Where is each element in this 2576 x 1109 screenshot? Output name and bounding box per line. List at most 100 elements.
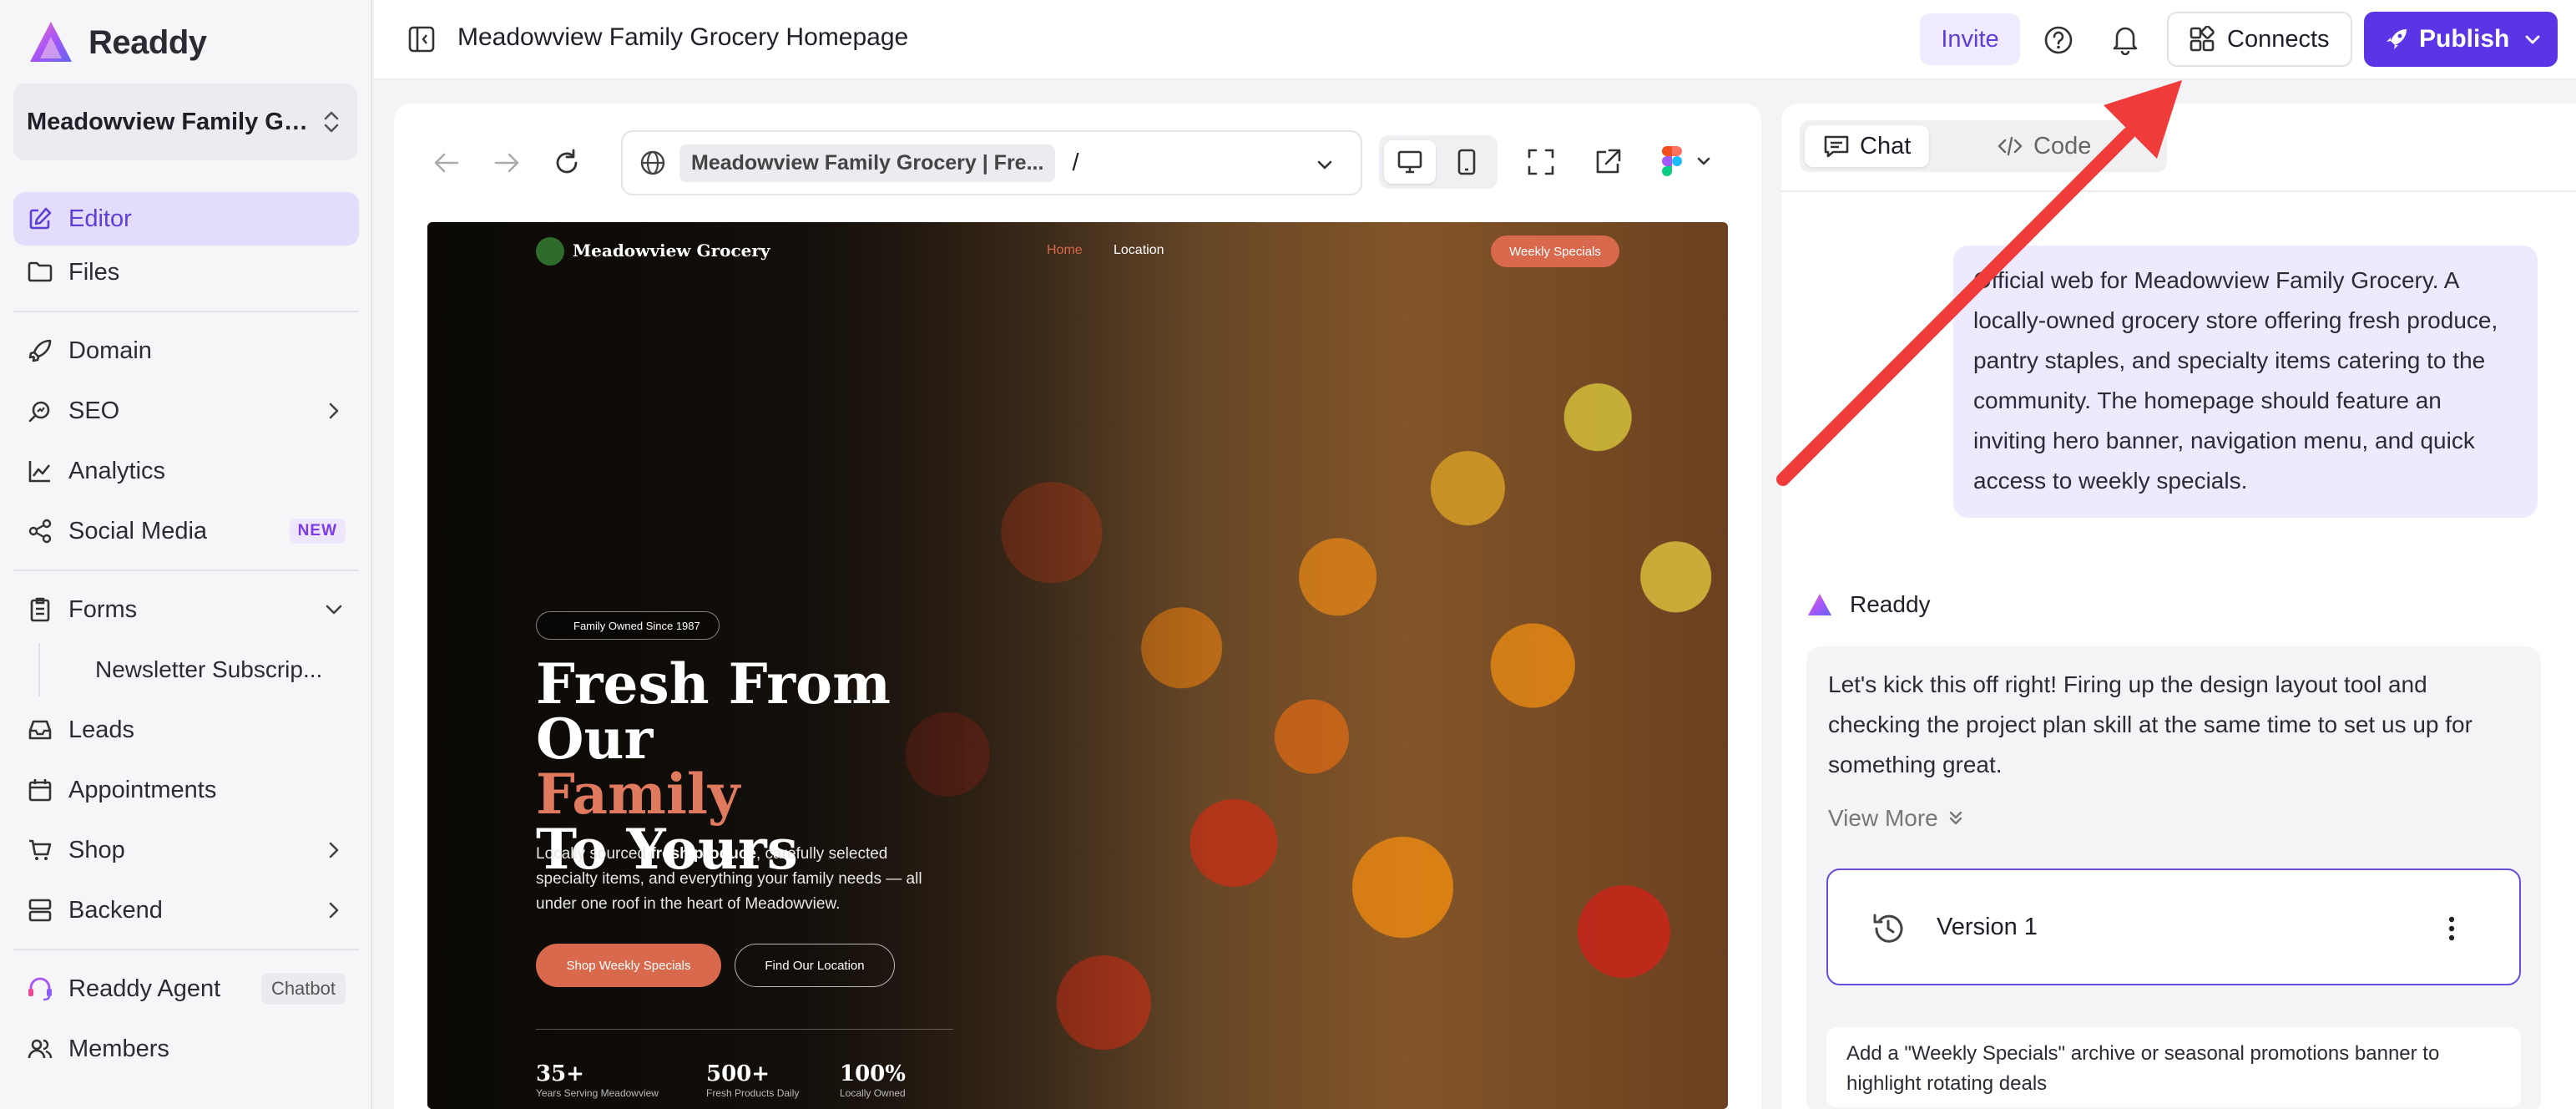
bot-header: Readdy (1806, 591, 1931, 618)
invite-button[interactable]: Invite (1920, 13, 2020, 65)
history-icon (1873, 914, 1903, 943)
device-toggle (1379, 135, 1498, 189)
chevron-up-down-icon (324, 111, 339, 133)
shop-specials-button[interactable]: Shop Weekly Specials (536, 944, 721, 987)
stat-owned: 100% Locally Owned (840, 1062, 906, 1099)
figma-menu[interactable] (1661, 145, 1713, 177)
website-preview[interactable]: Meadowview Grocery Home Location Weekly … (427, 222, 1728, 1109)
monitor-icon (1397, 150, 1422, 174)
view-more-button[interactable]: View More (1828, 805, 1965, 832)
reload-icon[interactable] (551, 147, 583, 179)
sidebar-item-label: Appointments (68, 776, 217, 803)
chevron-down-icon (1697, 157, 1710, 165)
sidebar-item-label: SEO (68, 397, 120, 424)
desktop-view-button[interactable] (1384, 140, 1436, 184)
chat-tabs: Chat Code (1800, 120, 2167, 172)
sidebar-subitem-label: Newsletter Subscrip... (95, 656, 323, 682)
external-link-icon[interactable] (1593, 147, 1623, 177)
hero-title-line1: Fresh From Our (536, 651, 891, 772)
apps-icon (2190, 26, 2215, 52)
find-location-button[interactable]: Find Our Location (735, 944, 895, 987)
sidebar-item-label: Readdy Agent (68, 975, 221, 1002)
sidebar: Readdy Meadowview Family Grocery Editor … (0, 0, 372, 1109)
publish-label: Publish (2419, 25, 2510, 53)
chevron-down-icon (326, 605, 342, 615)
sidebar-item-seo[interactable]: SEO (13, 384, 359, 438)
sidebar-item-label: Files (68, 258, 120, 286)
sidebar-item-leads[interactable]: Leads (13, 703, 359, 757)
publish-button[interactable]: Publish (2364, 12, 2558, 67)
site-weekly-specials-button[interactable]: Weekly Specials (1491, 235, 1619, 267)
sidebar-item-readdy-agent[interactable]: Readdy Agent Chatbot (13, 962, 359, 1015)
mobile-view-button[interactable] (1441, 140, 1493, 184)
sidebar-item-members[interactable]: Members (13, 1022, 359, 1076)
stat-label: Fresh Products Daily (706, 1087, 800, 1099)
bot-message: Let's kick this off right! Firing up the… (1828, 671, 2472, 777)
bell-icon[interactable] (2110, 23, 2140, 55)
sidebar-item-label: Social Media (68, 517, 208, 544)
chevron-down-icon (1317, 160, 1332, 170)
sidebar-item-editor[interactable]: Editor (13, 192, 359, 246)
top-bar: Meadowview Family Grocery Homepage Invit… (374, 0, 2576, 80)
divider (536, 1029, 953, 1030)
user-message: Official web for Meadowview Family Groce… (1953, 246, 2538, 518)
sidebar-item-label: Members (68, 1035, 169, 1062)
globe-icon (640, 150, 665, 175)
project-selector[interactable]: Meadowview Family Grocery (13, 84, 357, 160)
site-nav: Meadowview Grocery Home Location Weekly … (427, 222, 1728, 281)
fullscreen-icon[interactable] (1526, 147, 1556, 177)
server-icon (27, 897, 53, 924)
hero-badge: Family Owned Since 1987 (536, 611, 720, 640)
back-arrow-icon[interactable] (431, 147, 462, 179)
version-card[interactable]: Version 1 (1826, 868, 2521, 985)
stat-label: Locally Owned (840, 1087, 906, 1099)
logo[interactable]: Readdy (27, 18, 207, 67)
chevron-right-icon (329, 403, 339, 419)
folder-icon (27, 259, 53, 286)
sidebar-item-label: Shop (68, 836, 125, 863)
tab-chat-label: Chat (1860, 132, 1912, 160)
help-icon[interactable] (2043, 25, 2073, 55)
site-nav-home[interactable]: Home (1047, 243, 1083, 258)
phone-icon (1457, 149, 1476, 175)
sidebar-item-backend[interactable]: Backend (13, 884, 359, 937)
sidebar-item-domain[interactable]: Domain (13, 324, 359, 377)
cart-icon (27, 837, 53, 863)
inbox-icon (27, 717, 53, 743)
sidebar-item-appointments[interactable]: Appointments (13, 763, 359, 817)
sidebar-item-label: Editor (68, 205, 132, 232)
line-chart-icon (27, 458, 53, 484)
site-logo-text[interactable]: Meadowview Grocery (573, 241, 770, 261)
bot-message-card: Let's kick this off right! Firing up the… (1806, 646, 2541, 1109)
sidebar-subitem-newsletter[interactable]: Newsletter Subscrip... (38, 643, 359, 696)
sidebar-item-label: Domain (68, 337, 152, 364)
suggestion-card[interactable]: Add a "Weekly Specials" archive or seaso… (1826, 1027, 2521, 1107)
stat-products: 500+ Fresh Products Daily (706, 1062, 799, 1099)
sidebar-item-forms[interactable]: Forms (13, 583, 359, 636)
double-chevron-down-icon (1949, 811, 1962, 825)
url-bar[interactable]: Meadowview Family Grocery | Fre... / (621, 130, 1362, 195)
sidebar-item-files[interactable]: Files (13, 246, 359, 299)
sidebar-item-shop[interactable]: Shop (13, 823, 359, 877)
headset-icon (27, 975, 53, 1002)
forward-arrow-icon[interactable] (491, 147, 523, 179)
stat-years: 35+ Years Serving Meadowview (536, 1062, 659, 1099)
project-name: Meadowview Family Grocery (27, 108, 311, 135)
edit-icon (27, 205, 53, 232)
sidebar-toggle-icon[interactable] (407, 25, 436, 53)
connects-label: Connects (2227, 25, 2330, 53)
more-options-icon[interactable] (2447, 915, 2456, 942)
sidebar-item-social-media[interactable]: Social Media NEW (13, 504, 359, 558)
stat-number: 500+ (706, 1061, 770, 1086)
tab-chat[interactable]: Chat (1805, 125, 1930, 167)
clipboard-icon (27, 596, 53, 623)
code-icon (1998, 136, 2023, 156)
connects-button[interactable]: Connects (2167, 12, 2352, 67)
site-nav-location[interactable]: Location (1114, 243, 1164, 258)
version-label: Version 1 (1937, 914, 2038, 940)
chatbot-badge: Chatbot (260, 973, 346, 1005)
divider (13, 311, 359, 312)
tab-code[interactable]: Code (1978, 125, 2109, 167)
sidebar-item-analytics[interactable]: Analytics (13, 444, 359, 498)
page-title: Meadowview Family Grocery Homepage (457, 23, 909, 51)
